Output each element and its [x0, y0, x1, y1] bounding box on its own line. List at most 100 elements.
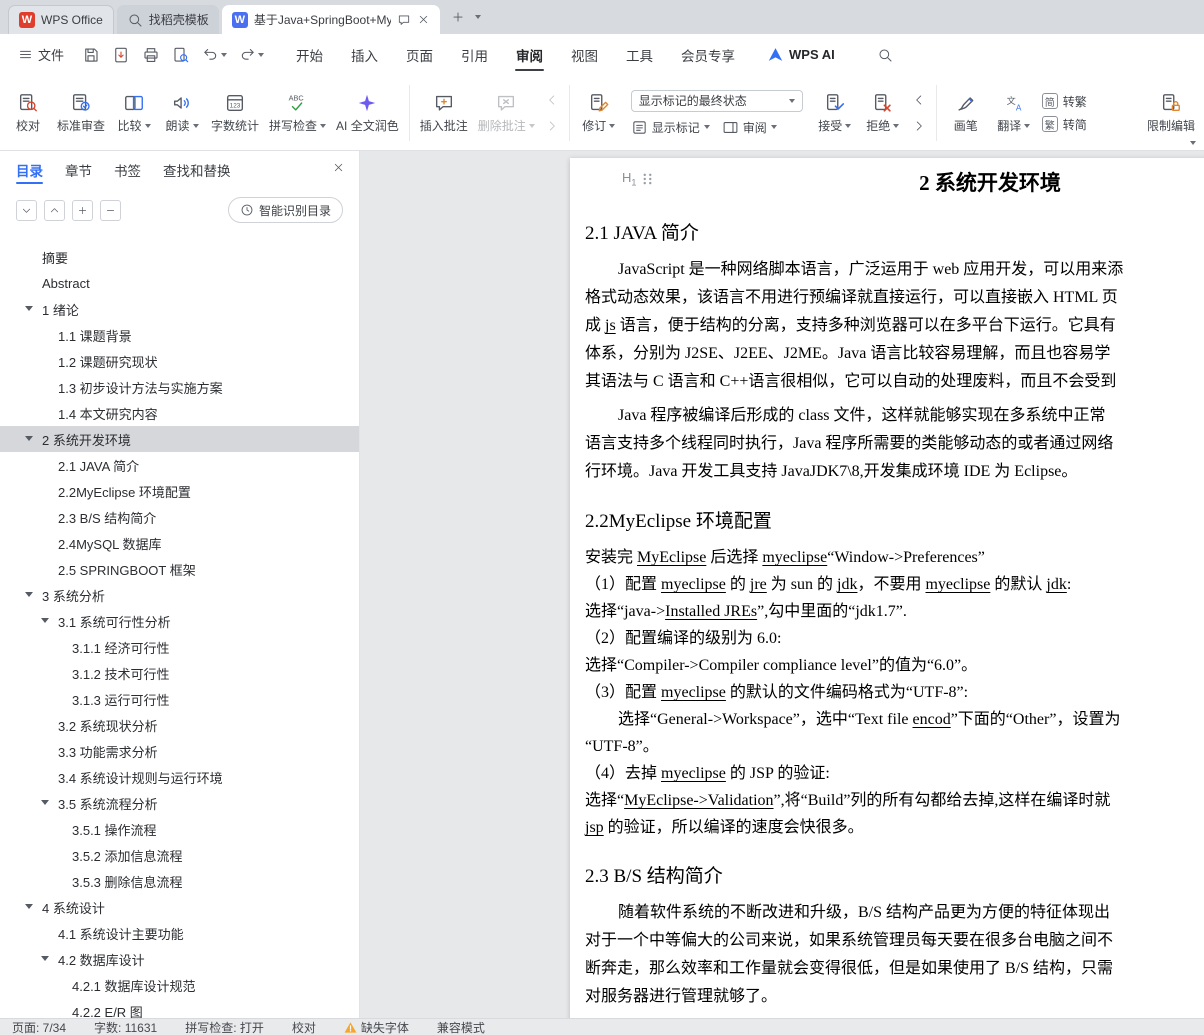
toc-item[interactable]: 4.2.1 数据库设计规范: [0, 972, 359, 998]
app-tab-wps-office[interactable]: W WPS Office: [8, 5, 114, 34]
ai-polish-button[interactable]: AI 全文润色: [331, 81, 404, 145]
compare-button[interactable]: 比较: [110, 81, 158, 145]
toc-item[interactable]: 3 系统分析: [0, 582, 359, 608]
toc-item[interactable]: 3.5.2 添加信息流程: [0, 842, 359, 868]
toc-item[interactable]: 3.1.2 技术可行性: [0, 660, 359, 686]
status-缺失字体[interactable]: 缺失字体: [344, 1019, 409, 1035]
chat-icon[interactable]: [397, 13, 411, 27]
toc-item[interactable]: Abstract: [0, 270, 359, 296]
toc-item[interactable]: 1.1 课题背景: [0, 322, 359, 348]
to-traditional-button[interactable]: 简转繁: [1041, 93, 1087, 110]
template-tab[interactable]: 找稻壳模板: [116, 5, 219, 34]
menu-tab-插入[interactable]: 插入: [337, 34, 392, 75]
insert-comment-button[interactable]: 插入批注: [415, 81, 473, 145]
to-simplified-button[interactable]: 繁转简: [1041, 116, 1087, 133]
read-aloud-button[interactable]: 朗读: [158, 81, 206, 145]
toc-item[interactable]: 3.5 系统流程分析: [0, 790, 359, 816]
collapse-triangle-icon[interactable]: [41, 800, 49, 805]
menu-tab-审阅[interactable]: 审阅: [502, 34, 557, 75]
smart-toc-button[interactable]: 智能识别目录: [227, 197, 343, 223]
proofread-button[interactable]: 校对: [4, 81, 52, 145]
undo-button[interactable]: [198, 42, 231, 68]
toc-item[interactable]: 2.5 SPRINGBOOT 框架: [0, 556, 359, 582]
toc-item[interactable]: 3.1.1 经济可行性: [0, 634, 359, 660]
sidebar-tab-查找和替换[interactable]: 查找和替换: [163, 151, 231, 189]
zoom-out-button[interactable]: [100, 199, 121, 221]
sidebar-tab-书签[interactable]: 书签: [114, 151, 141, 189]
print-button[interactable]: [138, 42, 164, 68]
sidebar-tab-目录[interactable]: 目录: [16, 151, 43, 189]
toc-item[interactable]: 1.2 课题研究现状: [0, 348, 359, 374]
wps-ai-button[interactable]: WPS AI: [767, 46, 835, 63]
accept-button[interactable]: 接受: [811, 81, 859, 145]
close-tab-icon[interactable]: [417, 13, 430, 26]
redo-button[interactable]: [235, 42, 268, 68]
save-button[interactable]: [78, 42, 104, 68]
menu-tab-页面[interactable]: 页面: [392, 34, 447, 75]
toc-item[interactable]: 摘要: [0, 244, 359, 270]
next-change-button[interactable]: [909, 116, 929, 136]
menu-tab-开始[interactable]: 开始: [282, 34, 337, 75]
reject-button[interactable]: 拒绝: [859, 81, 907, 145]
collapse-triangle-icon[interactable]: [41, 618, 49, 623]
status-校对[interactable]: 校对: [292, 1019, 316, 1035]
new-tab-button[interactable]: [451, 10, 465, 24]
menu-tab-会员专享[interactable]: 会员专享: [667, 34, 749, 75]
collapse-triangle-icon[interactable]: [25, 592, 33, 597]
status-拼写检查[interactable]: 拼写检查: 打开: [185, 1019, 264, 1035]
status-兼容模式[interactable]: 兼容模式: [437, 1019, 485, 1035]
tab-list-chevron-icon[interactable]: [474, 15, 481, 19]
ink-pen-button[interactable]: 画笔: [942, 81, 990, 145]
toc-item[interactable]: 4.1 系统设计主要功能: [0, 920, 359, 946]
toc-item[interactable]: 3.1.3 运行可行性: [0, 686, 359, 712]
toc-item[interactable]: 3.2 系统现状分析: [0, 712, 359, 738]
toc-item[interactable]: 4.2 数据库设计: [0, 946, 359, 972]
output-button[interactable]: [108, 42, 134, 68]
toc-item[interactable]: 2.2MyEclipse 环境配置: [0, 478, 359, 504]
toc-item[interactable]: 3.5.3 删除信息流程: [0, 868, 359, 894]
collapse-all-button[interactable]: [16, 199, 37, 221]
prev-change-button[interactable]: [909, 90, 929, 110]
translate-button[interactable]: 文 A 翻译: [990, 81, 1038, 145]
toc-item[interactable]: 3.1 系统可行性分析: [0, 608, 359, 634]
toc-item[interactable]: 2.4MySQL 数据库: [0, 530, 359, 556]
status-页面[interactable]: 页面: 7/34: [12, 1019, 66, 1035]
track-changes-button[interactable]: 修订: [575, 81, 623, 145]
toc-item[interactable]: 4.2.2 E/R 图: [0, 998, 359, 1019]
restrict-edit-button[interactable]: 限制编辑: [1142, 81, 1200, 145]
status-字数[interactable]: 字数: 11631: [94, 1019, 157, 1035]
menu-tab-引用[interactable]: 引用: [447, 34, 502, 75]
toc-item[interactable]: 1 绪论: [0, 296, 359, 322]
print-preview-button[interactable]: [168, 42, 194, 68]
sidebar-tab-章节[interactable]: 章节: [65, 151, 92, 189]
toc-item[interactable]: 3.5.1 操作流程: [0, 816, 359, 842]
toc-item[interactable]: 3.4 系统设计规则与运行环境: [0, 764, 359, 790]
heading-drag-handle[interactable]: H1: [622, 170, 653, 188]
collapse-ribbon-icon[interactable]: [1190, 141, 1196, 145]
toc-item[interactable]: 2 系统开发环境: [0, 426, 359, 452]
toc-item[interactable]: 2.1 JAVA 简介: [0, 452, 359, 478]
toc-item[interactable]: 3.3 功能需求分析: [0, 738, 359, 764]
review-pane-button[interactable]: 审阅: [722, 119, 777, 136]
collapse-triangle-icon[interactable]: [25, 306, 33, 311]
collapse-triangle-icon[interactable]: [25, 904, 33, 909]
markup-state-combobox[interactable]: 显示标记的最终状态: [630, 89, 803, 112]
toc-item[interactable]: 4 系统设计: [0, 894, 359, 920]
standard-audit-button[interactable]: 标准审查: [52, 81, 110, 145]
search-button[interactable]: [877, 47, 893, 63]
toc-item[interactable]: 2.3 B/S 结构简介: [0, 504, 359, 530]
expand-all-button[interactable]: [44, 199, 65, 221]
word-count-button[interactable]: 123 字数统计: [206, 81, 264, 145]
zoom-in-button[interactable]: [72, 199, 93, 221]
spell-check-button[interactable]: ABC 拼写检查: [264, 81, 331, 145]
toc-item[interactable]: 1.3 初步设计方法与实施方案: [0, 374, 359, 400]
close-sidebar-icon[interactable]: [332, 161, 345, 174]
file-menu-button[interactable]: 文件: [10, 45, 72, 64]
collapse-triangle-icon[interactable]: [25, 436, 33, 441]
show-markup-button[interactable]: 显示标记: [631, 119, 710, 136]
toc-item[interactable]: 1.4 本文研究内容: [0, 400, 359, 426]
menu-tab-视图[interactable]: 视图: [557, 34, 612, 75]
document-tab[interactable]: W 基于Java+SpringBoot+MyS: [221, 5, 440, 34]
collapse-triangle-icon[interactable]: [41, 956, 49, 961]
document-page[interactable]: H1 2 系统开发环境 2.1 JAVA 简介 JavaScript 是一种网络脚本…: [570, 158, 1204, 1018]
